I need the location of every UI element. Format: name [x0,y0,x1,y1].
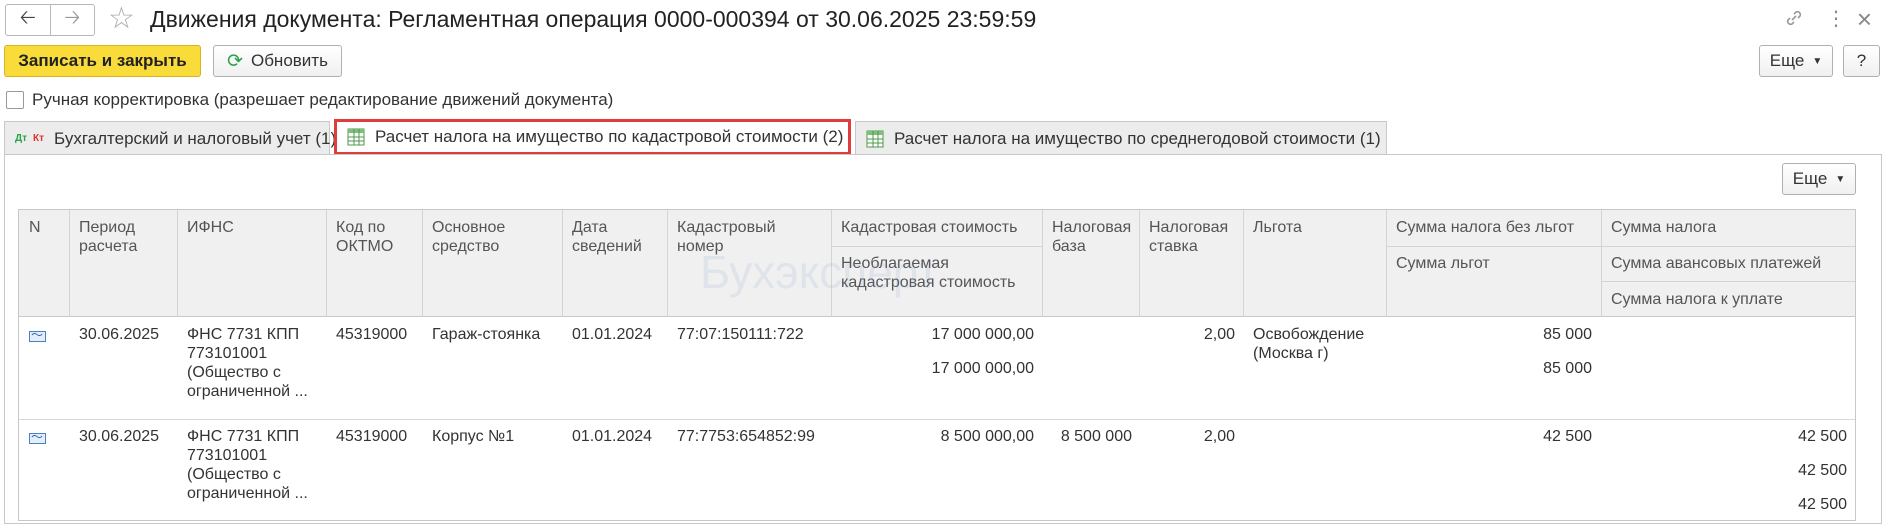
tab-accounting[interactable]: Дт Кт Бухгалтерский и налоговый учет (1) [4,121,336,155]
chevron-down-icon: ▼ [1812,55,1823,67]
more-label: Еще [1769,51,1805,70]
row-benefit-line1: Освобождение [1253,326,1365,343]
panel-more-button[interactable]: Еще ▼ [1782,163,1856,195]
tab-accounting-label: Бухгалтерский и налоговый учет (1) [54,128,337,148]
header-benefit[interactable]: Льгота [1253,218,1302,237]
row-period: 30.06.2025 [79,428,160,445]
table-icon [347,128,365,146]
row-tax-without-benefits: 42 500 [1543,428,1592,445]
title-bar: 🡠 🡢 ☆ Движения документа: Регламентная о… [0,0,1886,42]
header-tax-payable[interactable]: Сумма налога к уплате [1611,290,1783,309]
save-and-close-label: Записать и закрыть [18,51,187,70]
row-cadastral-value: 17 000 000,00 [931,326,1034,343]
row-date: 01.01.2024 [572,428,653,445]
row-ifns-line4: ограниченной ... [187,383,308,400]
row-oktmo: 45319000 [336,326,408,343]
header-advance-payments[interactable]: Сумма авансовых платежей [1611,254,1821,273]
chevron-down-icon: ▼ [1835,173,1846,185]
header-oktmo[interactable]: Код по ОКТМО [336,218,416,256]
help-label: ? [1856,51,1867,70]
row-ifns-line3: (Общество с [187,466,281,483]
more-vertical-icon[interactable]: ⋮ [1826,6,1846,31]
row-ifns-line1: ФНС 7731 КПП [187,428,300,445]
back-button[interactable]: 🡠 [6,5,50,35]
row-tax-base: 8 500 000 [1060,428,1132,445]
row-benefit-line2: (Москва г) [1253,345,1329,362]
row-ifns-line1: ФНС 7731 КПП [187,326,300,343]
header-benefits-sum[interactable]: Сумма льгот [1396,254,1490,273]
row-ifns-line2: 773101001 [187,345,268,362]
row-cadastral-number: 77:07:150111:722 [677,326,804,343]
tab-cadastral-tax-label: Расчет налога на имущество по кадастрово… [375,127,844,146]
favorite-star-icon[interactable]: ☆ [108,4,135,34]
refresh-icon: ⟳ [227,50,243,72]
tab-average-tax-label: Расчет налога на имущество по среднегодо… [894,128,1381,148]
header-period[interactable]: Период расчета [79,218,174,256]
refresh-button[interactable]: ⟳ Обновить [213,45,342,77]
manual-edit-row: Ручная корректировка (разрешает редактир… [6,90,613,110]
save-and-close-button[interactable]: Записать и закрыть [4,45,201,77]
row-oktmo: 45319000 [336,428,408,445]
row-tax-without-benefits: 85 000 [1543,326,1592,343]
tab-cadastral-tax[interactable]: Расчет налога на имущество по кадастрово… [334,119,851,155]
row-date: 01.01.2024 [572,326,653,343]
header-tax-base[interactable]: Налоговая база [1052,218,1134,256]
help-button[interactable]: ? [1843,45,1880,77]
row-asset: Корпус №1 [432,428,515,445]
row-cadastral-number: 77:7753:654852:99 [677,428,815,445]
more-menu-button[interactable]: Еще ▼ [1759,45,1833,77]
row-ifns-line3: (Общество с [187,364,281,381]
row-benefits-sum: 85 000 [1543,360,1592,377]
row-tax-rate: 2,00 [1203,428,1235,445]
header-asset[interactable]: Основное средство [432,218,542,256]
link-icon[interactable] [1784,8,1804,34]
record-icon [29,326,46,343]
row-tax-rate: 2,00 [1203,326,1235,343]
row-asset: Гараж-стоянка [432,326,541,343]
window-title: Движения документа: Регламентная операци… [150,6,1037,32]
row-tax-sum: 42 500 [1798,428,1847,445]
header-n[interactable]: N [29,218,41,237]
close-icon[interactable]: × [1857,4,1872,35]
panel-more-label: Еще [1792,169,1828,188]
row-ifns-line4: ограниченной ... [187,485,308,502]
header-ifns[interactable]: ИФНС [187,218,234,237]
navigation-buttons: 🡠 🡢 [5,4,95,36]
header-cadastral-value[interactable]: Кадастровая стоимость [841,218,1017,237]
forward-button[interactable]: 🡢 [49,5,95,35]
row-tax-payable: 42 500 [1798,496,1847,513]
watermark: Бухэксперт [700,246,939,298]
row-nontaxable-value: 17 000 000,00 [931,360,1034,377]
row-cadastral-value: 8 500 000,00 [940,428,1034,445]
manual-edit-label[interactable]: Ручная корректировка (разрешает редактир… [32,90,613,110]
header-tax-rate[interactable]: Налоговая ставка [1149,218,1234,256]
row-advance-payments: 42 500 [1798,462,1847,479]
record-icon [29,428,46,445]
refresh-label: Обновить [250,51,328,70]
row-period: 30.06.2025 [79,326,160,343]
arrow-left-icon: 🡠 [19,7,36,29]
table-icon [866,130,884,148]
tab-average-tax[interactable]: Расчет налога на имущество по среднегодо… [855,121,1387,155]
manual-edit-checkbox[interactable] [6,91,24,109]
header-tax-sum[interactable]: Сумма налога [1611,218,1716,237]
row-ifns-line2: 773101001 [187,447,268,464]
debit-credit-icon: Дт Кт [15,133,45,144]
header-tax-without-benefits[interactable]: Сумма налога без льгот [1396,218,1574,237]
arrow-right-icon: 🡢 [64,7,81,29]
header-date[interactable]: Дата сведений [572,218,657,256]
